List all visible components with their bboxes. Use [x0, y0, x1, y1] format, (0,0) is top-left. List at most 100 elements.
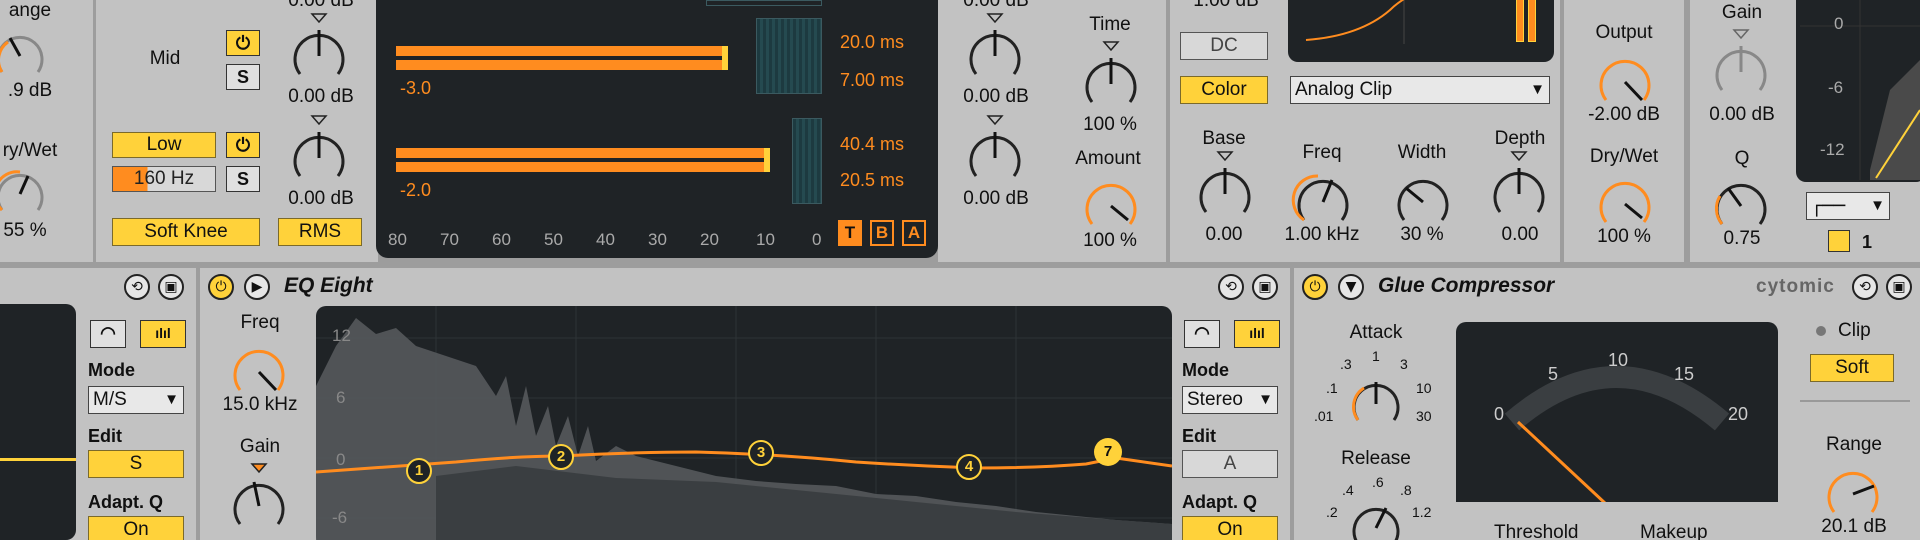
- clip-divider: [1800, 400, 1910, 402]
- range-knob[interactable]: [0, 26, 50, 86]
- vu-scale-15: 15: [1674, 364, 1695, 384]
- low-freq-field[interactable]: 160 Hz: [112, 166, 216, 192]
- left-headphone-button[interactable]: ◠: [90, 320, 126, 348]
- release-time-1: 7.00 ms: [840, 70, 905, 90]
- attack-knob[interactable]: [1346, 374, 1406, 434]
- left-edit-button[interactable]: S: [88, 450, 184, 478]
- mid-gain-value: 0.00 dB: [288, 86, 354, 107]
- mid-gain-knob[interactable]: [284, 10, 354, 90]
- eq-hotswap-icon[interactable]: ⟲: [1218, 274, 1244, 300]
- meter-scale-tick: 60: [492, 230, 511, 249]
- saturator-mode-dropdown[interactable]: Analog Clip: [1290, 76, 1550, 104]
- meter-b-button[interactable]: B: [870, 220, 894, 246]
- meter-scale-tick: 70: [440, 230, 459, 249]
- gain-knob-a[interactable]: [960, 10, 1030, 90]
- glue-title: Glue Compressor: [1378, 274, 1555, 297]
- meter-scale-tick: 20: [700, 230, 719, 249]
- eq-headphone-button[interactable]: ◠: [1184, 320, 1220, 348]
- attack-tick: .3: [1340, 356, 1352, 372]
- left-save-icon[interactable]: ▣: [158, 274, 184, 300]
- release-tick: .4: [1342, 482, 1354, 498]
- mid-power-button[interactable]: ⏻: [226, 30, 260, 56]
- depth-knob[interactable]: [1484, 148, 1554, 228]
- left-mode-dropdown[interactable]: M/S: [88, 386, 184, 414]
- low-band-button[interactable]: Low: [112, 132, 216, 158]
- drywet-value-sat: 100 %: [1597, 226, 1651, 247]
- eq-band-1-handle[interactable]: 1: [406, 458, 432, 484]
- release-knob[interactable]: [1346, 498, 1406, 540]
- threshold-label: Threshold: [1494, 522, 1579, 540]
- right-eq-curve: [1800, 0, 1920, 180]
- saturator-output-meter-b: [1528, 0, 1536, 42]
- filter-type-dropdown[interactable]: ┌──: [1806, 192, 1890, 220]
- eq-power-icon[interactable]: ⏻: [208, 274, 234, 300]
- low-gain-value: 0.00 dB: [288, 188, 354, 209]
- meter-a-button[interactable]: A: [902, 220, 926, 246]
- color-button[interactable]: Color: [1180, 76, 1268, 104]
- left-hotswap-icon[interactable]: ⟲: [124, 274, 150, 300]
- eq-band-2-handle[interactable]: 2: [548, 444, 574, 470]
- gain-knob-b[interactable]: [960, 112, 1030, 192]
- attack-label: Attack: [1349, 322, 1403, 343]
- range-value: .9 dB: [7, 80, 53, 101]
- eq-spectrum-button[interactable]: ılıl: [1234, 320, 1280, 348]
- meter-tip-2: [764, 148, 770, 172]
- amount-label: Amount: [1075, 148, 1141, 169]
- left-strip-line: [0, 458, 76, 461]
- drywet-knob-left[interactable]: [0, 164, 50, 224]
- meter-scale: 80 70 60 50 40 30 20 10 0: [376, 230, 836, 250]
- eq-adapt-label: Adapt. Q: [1182, 492, 1257, 512]
- range-label-glue: Range: [1826, 434, 1882, 455]
- eq-db-0: 0: [336, 450, 346, 469]
- soft-knee-button[interactable]: Soft Knee: [112, 218, 260, 246]
- eq-band-4-handle[interactable]: 4: [956, 454, 982, 480]
- time-knob[interactable]: [1076, 38, 1146, 118]
- dc-button[interactable]: DC: [1180, 32, 1268, 60]
- rms-button[interactable]: RMS: [278, 218, 362, 246]
- low-power-button[interactable]: ⏻: [226, 132, 260, 158]
- depth-label: Depth: [1494, 128, 1546, 149]
- eq-adapt-button[interactable]: On: [1182, 516, 1278, 540]
- glue-hotswap-icon[interactable]: ⟲: [1852, 274, 1878, 300]
- eq-play-icon[interactable]: ▶: [244, 274, 270, 300]
- meter-mark-2: -2.0: [400, 180, 432, 200]
- amount-knob[interactable]: [1076, 168, 1146, 238]
- gain-knob-right[interactable]: [1706, 26, 1776, 106]
- base-knob[interactable]: [1190, 148, 1260, 228]
- range-value-glue: 20.1 dB: [1821, 516, 1887, 537]
- eq-db-minus-6: -6: [332, 508, 348, 527]
- freq-label-sat: Freq: [1302, 142, 1342, 163]
- eq-gain-knob[interactable]: [224, 460, 294, 540]
- mid-solo-button[interactable]: S: [226, 64, 260, 90]
- band-1-toggle[interactable]: [1828, 230, 1850, 252]
- glue-save-icon[interactable]: ▣: [1886, 274, 1912, 300]
- left-adapt-button[interactable]: On: [88, 516, 184, 540]
- eq-band-7-handle[interactable]: 7: [1094, 438, 1122, 466]
- meter-scale-tick: 40: [596, 230, 615, 249]
- left-spectrum-button[interactable]: ılıl: [140, 320, 186, 348]
- clip-soft-button[interactable]: Soft: [1810, 354, 1894, 382]
- attack-time-2: 40.4 ms: [840, 134, 905, 154]
- eq-title: EQ Eight: [284, 274, 373, 297]
- eq-mode-dropdown[interactable]: Stereo: [1182, 386, 1278, 414]
- right-scale-0: 0: [1834, 14, 1844, 33]
- low-solo-button[interactable]: S: [226, 166, 260, 192]
- meter-t-button[interactable]: T: [838, 220, 862, 246]
- attack-tick: .01: [1314, 408, 1334, 424]
- eq-band-3-handle[interactable]: 3: [748, 440, 774, 466]
- low-gain-knob[interactable]: [284, 112, 354, 192]
- left-adapt-label: Adapt. Q: [88, 492, 163, 512]
- saturator-curve: [1305, 0, 1405, 44]
- glue-power-icon[interactable]: ⏻: [1302, 274, 1328, 300]
- eq-save-icon[interactable]: ▣: [1252, 274, 1278, 300]
- depth-value: 0.00: [1501, 224, 1539, 245]
- eq-gain-label: Gain: [239, 436, 281, 457]
- eq-db-6: 6: [336, 388, 346, 407]
- glue-expand-icon[interactable]: ▼: [1338, 274, 1364, 300]
- output-value: -2.00 dB: [1588, 104, 1660, 125]
- band-1-label: 1: [1862, 232, 1873, 252]
- width-value: 30 %: [1400, 224, 1444, 245]
- eq-edit-button[interactable]: A: [1182, 450, 1278, 478]
- gain-value-right: 0.00 dB: [1709, 104, 1775, 125]
- attack-tick: 10: [1416, 380, 1432, 396]
